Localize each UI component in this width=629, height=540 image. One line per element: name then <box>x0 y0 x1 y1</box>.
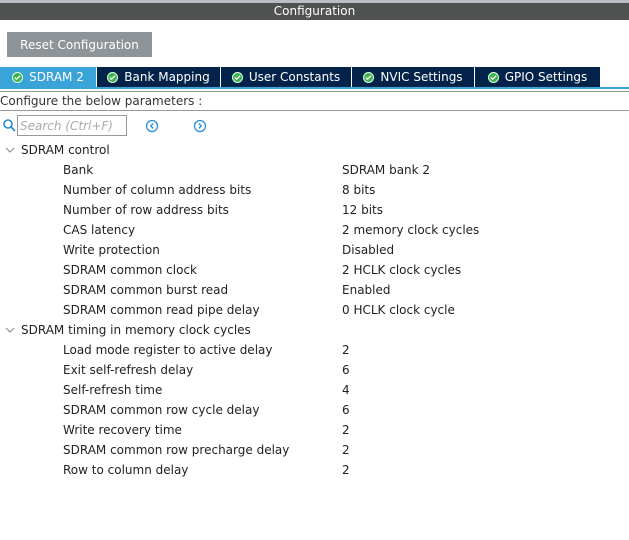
parameter-row[interactable]: Number of row address bits 12 bits <box>0 200 629 220</box>
parameter-label: Self-refresh time <box>63 383 163 397</box>
search-input[interactable] <box>17 115 127 136</box>
parameter-label: Number of column address bits <box>63 183 252 197</box>
tab-label: GPIO Settings <box>504 70 588 84</box>
parameter-label: Load mode register to active delay <box>63 343 273 357</box>
group-label: SDRAM control <box>21 143 110 157</box>
check-icon <box>363 71 375 83</box>
window-title: Configuration <box>0 3 629 20</box>
group-label: SDRAM timing in memory clock cycles <box>21 323 251 337</box>
tab-label: User Constants <box>248 70 341 84</box>
parameter-label: Exit self-refresh delay <box>63 363 194 377</box>
parameter-row[interactable]: SDRAM common read pipe delay 0 HCLK clock… <box>0 300 629 320</box>
previous-icon[interactable] <box>145 119 159 133</box>
tab-nvic-settings[interactable]: NVIC Settings <box>352 67 475 87</box>
parameter-value[interactable]: 6 <box>342 360 350 380</box>
parameter-label: SDRAM common burst read <box>63 283 229 297</box>
tab-sdram-2[interactable]: SDRAM 2 <box>0 67 97 87</box>
parameter-row[interactable]: Self-refresh time 4 <box>0 380 629 400</box>
tab-gpio-settings[interactable]: GPIO Settings <box>475 67 600 87</box>
parameter-value[interactable]: SDRAM bank 2 <box>342 160 430 180</box>
parameter-row[interactable]: Write recovery time 2 <box>0 420 629 440</box>
tab-user-constants[interactable]: User Constants <box>221 67 352 87</box>
parameter-value[interactable]: 8 bits <box>342 180 375 200</box>
check-icon <box>12 71 24 83</box>
reset-configuration-button[interactable]: Reset Configuration <box>7 32 152 57</box>
parameter-value[interactable]: 2 <box>342 440 350 460</box>
group-header[interactable]: SDRAM timing in memory clock cycles <box>0 320 629 340</box>
parameter-label: Write protection <box>63 243 160 257</box>
parameter-label: SDRAM common row precharge delay <box>63 443 290 457</box>
parameter-value[interactable]: 12 bits <box>342 200 383 220</box>
parameter-row[interactable]: SDRAM common row cycle delay 6 <box>0 400 629 420</box>
parameter-label: Bank <box>63 163 94 177</box>
tab-label: SDRAM 2 <box>29 70 84 84</box>
group-header[interactable]: SDRAM control <box>0 140 629 160</box>
tab-label: NVIC Settings <box>380 70 463 84</box>
parameter-label: Number of row address bits <box>63 203 229 217</box>
parameter-value[interactable]: 6 <box>342 400 350 420</box>
parameter-row[interactable]: CAS latency 2 memory clock cycles <box>0 220 629 240</box>
divider <box>0 91 629 92</box>
check-icon <box>487 71 499 83</box>
parameter-label: SDRAM common clock <box>63 263 197 277</box>
parameter-label: CAS latency <box>63 223 136 237</box>
parameter-value[interactable]: 4 <box>342 380 350 400</box>
tab-bank-mapping[interactable]: Bank Mapping <box>97 67 221 87</box>
parameter-row[interactable]: SDRAM common burst read Enabled <box>0 280 629 300</box>
parameter-label: Row to column delay <box>63 463 189 477</box>
parameter-row[interactable]: SDRAM common clock 2 HCLK clock cycles <box>0 260 629 280</box>
parameter-value[interactable]: 2 HCLK clock cycles <box>342 260 461 280</box>
search-icon <box>3 119 16 132</box>
parameter-row[interactable]: Row to column delay 2 <box>0 460 629 480</box>
parameter-label: SDRAM common row cycle delay <box>63 403 260 417</box>
configure-text: Configure the below parameters : <box>0 94 203 108</box>
parameter-label: SDRAM common read pipe delay <box>63 303 260 317</box>
parameter-label: Write recovery time <box>63 423 182 437</box>
parameter-value[interactable]: 2 <box>342 460 350 480</box>
check-icon <box>107 71 119 83</box>
parameter-row[interactable]: Load mode register to active delay 2 <box>0 340 629 360</box>
parameter-value[interactable]: 0 HCLK clock cycle <box>342 300 455 320</box>
tab-bar: SDRAM 2 Bank Mapping User Constants NVIC… <box>0 67 600 87</box>
next-icon[interactable] <box>193 119 207 133</box>
tab-label: Bank Mapping <box>124 70 210 84</box>
parameter-row[interactable]: Write protection Disabled <box>0 240 629 260</box>
parameter-row[interactable]: SDRAM common row precharge delay 2 <box>0 440 629 460</box>
tab-underline <box>0 87 629 89</box>
parameter-value[interactable]: 2 memory clock cycles <box>342 220 479 240</box>
check-icon <box>231 71 243 83</box>
parameter-value[interactable]: 2 <box>342 340 350 360</box>
parameter-row[interactable]: Exit self-refresh delay 6 <box>0 360 629 380</box>
parameter-value[interactable]: Disabled <box>342 240 394 260</box>
parameter-row[interactable]: Bank SDRAM bank 2 <box>0 160 629 180</box>
parameter-value[interactable]: Enabled <box>342 280 391 300</box>
divider <box>0 110 629 111</box>
parameter-value[interactable]: 2 <box>342 420 350 440</box>
parameter-row[interactable]: Number of column address bits 8 bits <box>0 180 629 200</box>
